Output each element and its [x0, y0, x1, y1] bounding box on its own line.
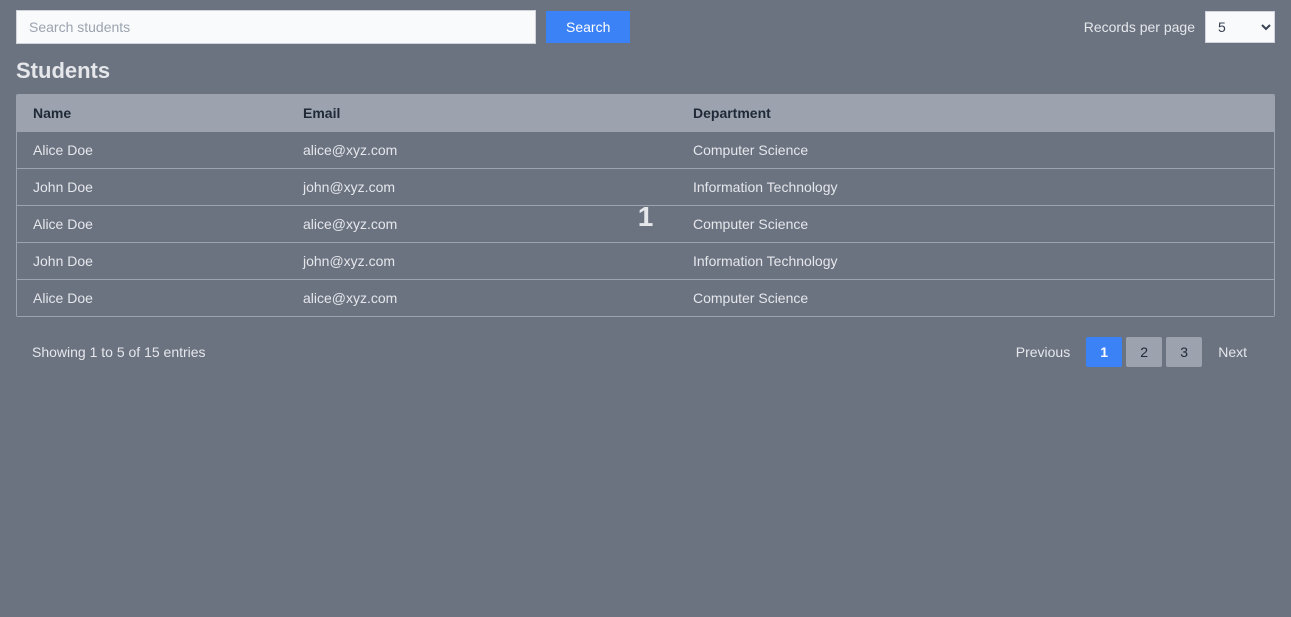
cell-department: Information Technology [677, 169, 1274, 206]
students-table: Name Email Department Alice Doealice@xyz… [17, 95, 1274, 316]
showing-text: Showing 1 to 5 of 15 entries [32, 344, 206, 360]
page-title: Students [16, 54, 1275, 84]
cell-email: alice@xyz.com [287, 206, 677, 243]
page-3-button[interactable]: 3 [1166, 337, 1202, 367]
cell-department: Computer Science [677, 280, 1274, 317]
pagination: Previous 1 2 3 Next [1004, 337, 1259, 367]
page-2-button[interactable]: 2 [1126, 337, 1162, 367]
footer-bar: Showing 1 to 5 of 15 entries Previous 1 … [16, 325, 1275, 379]
cell-name: Alice Doe [17, 280, 287, 317]
table-row: Alice Doealice@xyz.comComputer Science [17, 132, 1274, 169]
search-button[interactable]: Search [546, 11, 630, 43]
search-input[interactable] [16, 10, 536, 44]
cell-department: Computer Science [677, 206, 1274, 243]
cell-name: John Doe [17, 243, 287, 280]
cell-email: john@xyz.com [287, 169, 677, 206]
top-bar: Search Records per page 5 10 25 50 [0, 0, 1291, 54]
next-button[interactable]: Next [1206, 338, 1259, 366]
cell-email: alice@xyz.com [287, 132, 677, 169]
table-header-row: Name Email Department [17, 95, 1274, 132]
cell-email: john@xyz.com [287, 243, 677, 280]
table-row: Alice Doealice@xyz.comComputer Science [17, 206, 1274, 243]
page-1-button[interactable]: 1 [1086, 337, 1122, 367]
table-row: John Doejohn@xyz.comInformation Technolo… [17, 169, 1274, 206]
cell-email: alice@xyz.com [287, 280, 677, 317]
records-per-page-select[interactable]: 5 10 25 50 [1205, 11, 1275, 43]
cell-name: Alice Doe [17, 206, 287, 243]
previous-button[interactable]: Previous [1004, 338, 1082, 366]
col-header-email: Email [287, 95, 677, 132]
table-row: John Doejohn@xyz.comInformation Technolo… [17, 243, 1274, 280]
page-content: Students Name Email Department Alice Doe… [0, 54, 1291, 379]
cell-department: Computer Science [677, 132, 1274, 169]
students-table-container: Name Email Department Alice Doealice@xyz… [16, 94, 1275, 317]
table-row: Alice Doealice@xyz.comComputer Science [17, 280, 1274, 317]
col-header-name: Name [17, 95, 287, 132]
col-header-department: Department [677, 95, 1274, 132]
cell-name: John Doe [17, 169, 287, 206]
records-per-page-label: Records per page [1084, 19, 1195, 35]
cell-department: Information Technology [677, 243, 1274, 280]
cell-name: Alice Doe [17, 132, 287, 169]
